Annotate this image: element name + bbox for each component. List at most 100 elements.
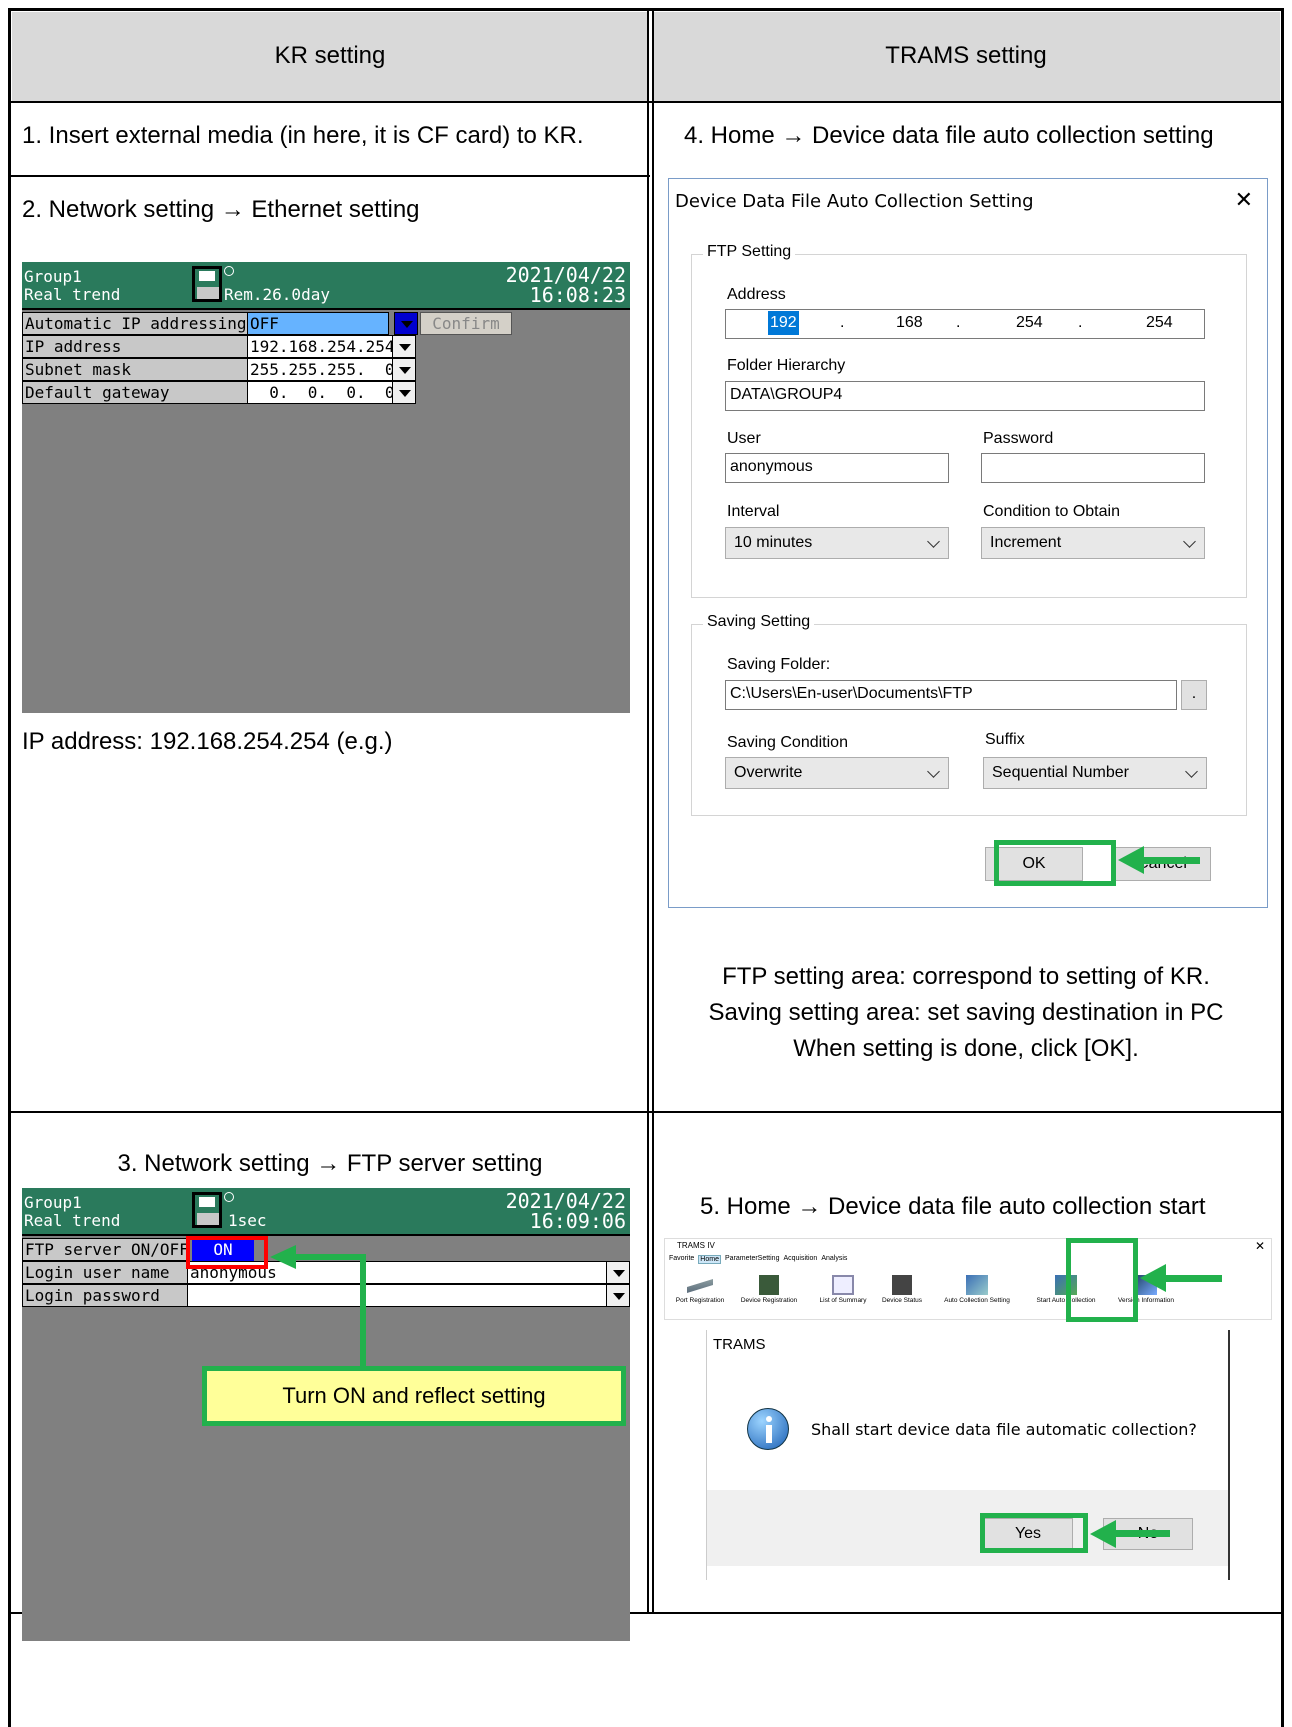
tab-analysis[interactable]: Analysis [821,1255,847,1264]
suffix-select[interactable]: Sequential Number [983,757,1207,789]
yes-highlight [980,1513,1088,1553]
callout-arrow-head [270,1245,296,1269]
header-kr-setting: KR setting [274,42,386,69]
login-password-dropdown[interactable] [606,1284,630,1307]
saving-condition-select[interactable]: Overwrite [725,757,949,789]
auto-ip-dropdown[interactable] [394,312,418,335]
tab-acquisition[interactable]: Acquisition [783,1255,817,1264]
subnet-mask-dropdown[interactable] [392,358,416,381]
note-line-3: When setting is done, click [OK]. [793,1035,1139,1062]
condition-select[interactable]: Increment [981,527,1205,559]
tool-label: Auto Collection Setting [944,1297,1010,1304]
table-border-h1 [8,101,1284,103]
close-icon[interactable]: ✕ [1235,187,1253,213]
port-icon [687,1279,713,1293]
step-4-text: 4. Home → Device data file auto collecti… [684,122,1214,149]
tab-favorite[interactable]: Favorite [669,1255,694,1264]
kr-remaining: Rem.26.0day [224,285,330,304]
header-trams-setting: TRAMS setting [885,42,1047,69]
folder-hierarchy-field[interactable]: DATA\GROUP4 [725,381,1205,411]
address-octet-4: 254 [1146,314,1173,331]
table-border-right [1281,8,1284,1727]
address-dot-2: . [956,314,961,331]
ip-address-label: IP address [22,335,248,358]
ok-arrow-head [1118,846,1144,874]
chevron-down-icon [927,765,940,778]
kr-mode: Real trend [24,285,121,304]
suffix-label: Suffix [985,731,1025,748]
confirm-button[interactable]: Confirm [420,312,512,335]
default-gateway-value[interactable]: 0. 0. 0. 0 [247,381,395,404]
kr-ftp-time: 16:09:06 [529,1209,626,1233]
ip-address-note: IP address: 192.168.254.254 (e.g.) [22,728,393,755]
note-line-1: FTP setting area: correspond to setting … [722,963,1210,990]
address-octet-3: 254 [1016,314,1043,331]
row-ip-address: IP address 192.168.254.254 [22,335,630,358]
password-field[interactable] [981,453,1205,483]
step-5-text: 5. Home → Device data file auto collecti… [700,1193,1206,1220]
saving-folder-field[interactable]: C:\Users\En-user\Documents\FTP [725,680,1177,710]
kr-ftp-interval: 1sec [228,1211,267,1230]
address-octet-1: 192 [768,311,799,335]
kr-date: 2021/04/22 [505,263,626,287]
callout-arrow-vertical [360,1257,366,1367]
auto-ip-value[interactable]: OFF [247,312,389,335]
yes-arrow-head [1090,1520,1116,1548]
saving-condition-value: Overwrite [734,764,803,781]
interval-select[interactable]: 10 minutes [725,527,949,559]
trams-close-icon[interactable]: ✕ [1255,1239,1265,1253]
chevron-down-icon [1185,765,1198,778]
step-1-text: 1. Insert external media (in here, it is… [22,122,584,149]
interval-label: Interval [727,503,780,520]
tool-label: Device Status [881,1297,923,1304]
row-auto-ip: Automatic IP addressing OFF Confirm [22,312,630,335]
address-octet-2: 168 [896,314,923,331]
chevron-down-icon [927,535,940,548]
table-border-top [8,8,1284,11]
address-dot-3: . [1078,314,1083,331]
saving-folder-label: Saving Folder: [727,656,831,673]
suffix-value: Sequential Number [992,764,1129,781]
tool-label: Device Registration [740,1297,798,1304]
login-user-label: Login user name [22,1261,188,1284]
tool-port-registration[interactable]: Port Registration [669,1273,731,1304]
note-line-2: Saving setting area: set saving destinat… [708,999,1224,1026]
confirm-dialog-right-edge [1228,1330,1230,1580]
auto-ip-label: Automatic IP addressing [22,312,248,335]
subnet-mask-value[interactable]: 255.255.255. 0 [247,358,395,381]
floppy-icon [192,1192,222,1228]
collection-setting-icon [966,1275,988,1295]
ftp-on-highlight [186,1236,268,1269]
browse-button[interactable]: . [1181,680,1207,710]
kr-ftp-mode: Real trend [24,1211,121,1230]
saving-setting-title: Saving Setting [703,613,815,631]
ip-address-value[interactable]: 192.168.254.254 [247,335,395,358]
tab-home[interactable]: Home [698,1255,721,1264]
default-gateway-dropdown[interactable] [392,381,416,404]
status-lamp-icon [224,266,234,276]
tool-list-of-summary[interactable]: List of Summary [811,1273,875,1304]
kr-ethernet-screen: Group1 Real trend Rem.26.0day 2021/04/22… [22,262,630,713]
tool-device-status[interactable]: Device Status [877,1273,927,1304]
address-dot-1: . [840,314,845,331]
address-field[interactable]: 192 . 168 . 254 . 254 [725,309,1205,339]
folder-hierarchy-label: Folder Hierarchy [727,357,846,374]
trams-app-title: TRAMS IV [677,1241,715,1250]
ip-address-dropdown[interactable] [392,335,416,358]
tool-auto-collection-setting[interactable]: Auto Collection Setting [931,1273,1023,1304]
condition-value: Increment [990,534,1062,551]
device-icon [759,1275,779,1295]
tab-parameter-setting[interactable]: ParameterSetting [725,1255,779,1264]
table-border-h2-left [8,175,650,177]
table-border-mid-b [652,8,654,1613]
status-icon [892,1275,912,1295]
user-field[interactable]: anonymous [725,453,949,483]
confirm-message: Shall start device data file automatic c… [811,1420,1197,1439]
ftp-setting-title: FTP Setting [703,243,796,261]
table-border-left [8,8,11,1727]
tool-device-registration[interactable]: Device Registration [733,1273,805,1304]
login-user-dropdown[interactable] [606,1261,630,1284]
step-2-text: 2. Network setting → Ethernet setting [22,196,420,223]
kr-time: 16:08:23 [529,283,626,307]
login-password-value[interactable] [187,1284,607,1307]
